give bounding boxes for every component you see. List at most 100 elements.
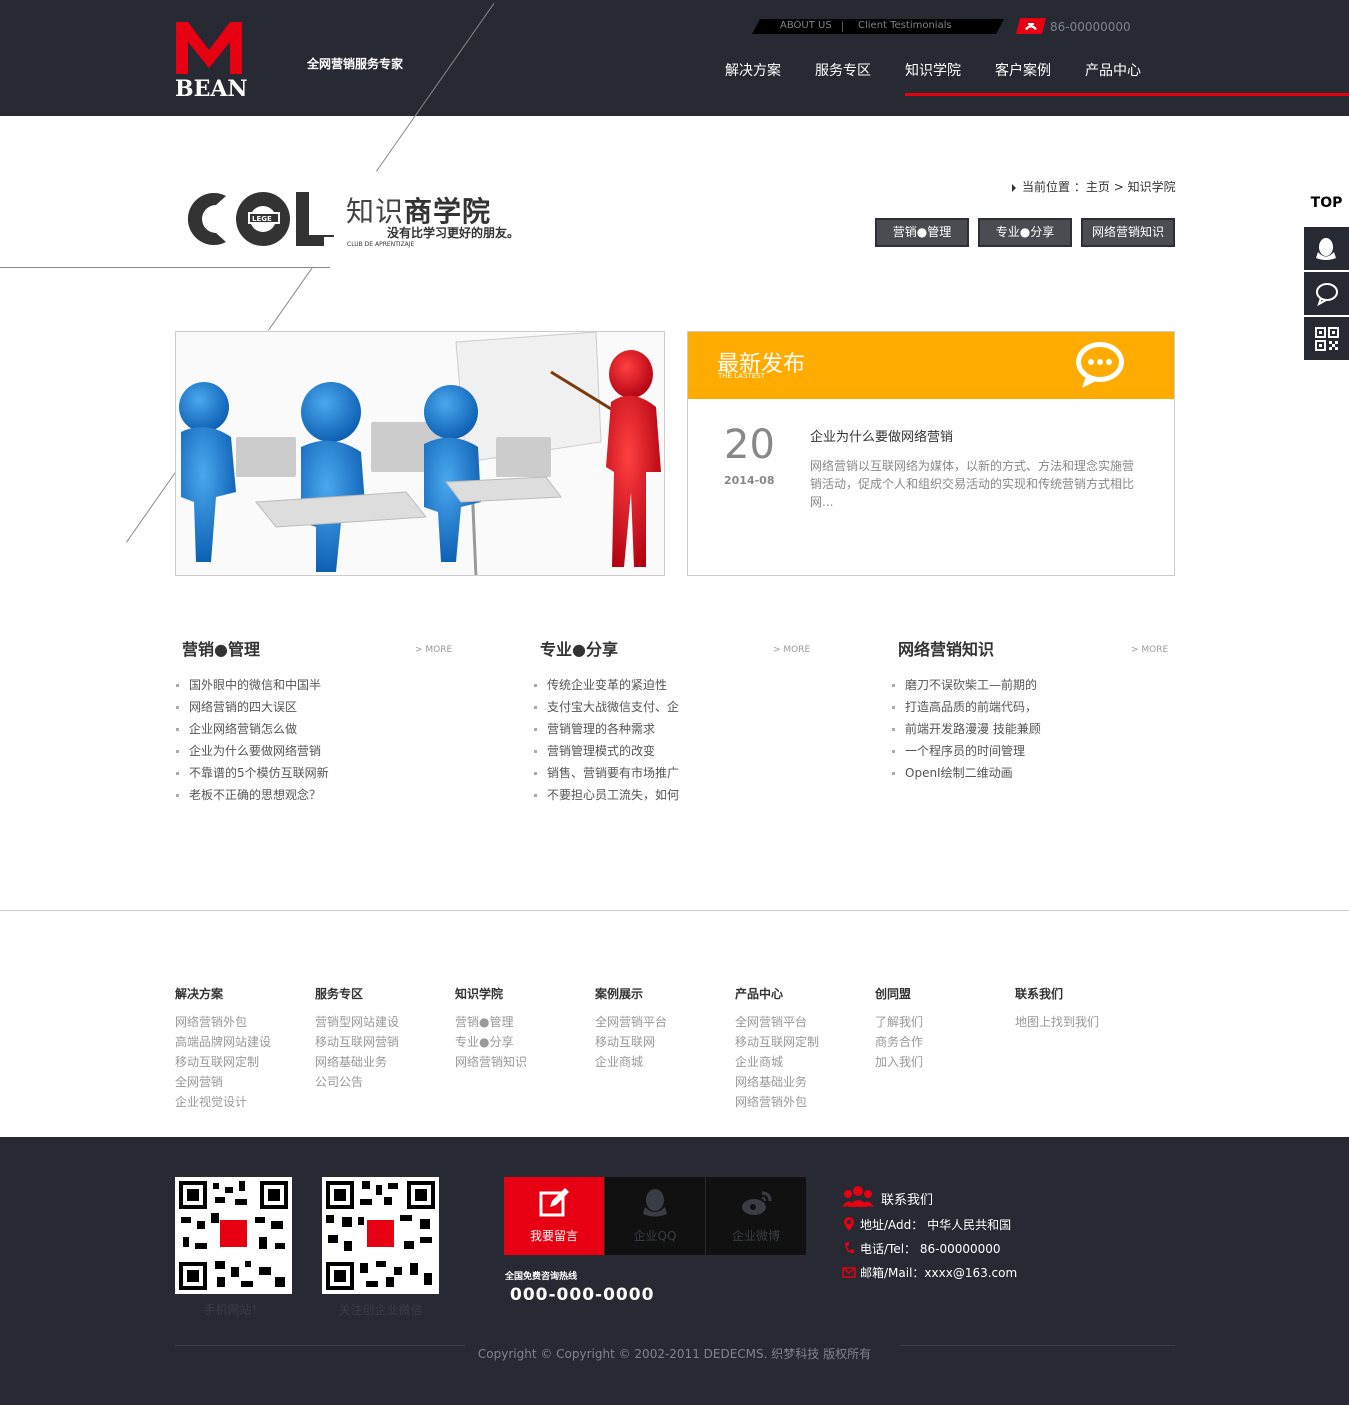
- footer-link[interactable]: 网络营销外包: [735, 1093, 865, 1113]
- nav-cases[interactable]: 客户案例: [995, 60, 1051, 80]
- list-item[interactable]: 网络营销的四大误区: [175, 698, 329, 720]
- more-link[interactable]: > MORE: [415, 645, 452, 655]
- news-year-month: 2014-08: [724, 474, 775, 487]
- nav-products[interactable]: 产品中心: [1085, 60, 1141, 80]
- phone-icon: [1016, 18, 1046, 34]
- banner-image: [175, 331, 665, 576]
- footer-link[interactable]: 营销型网站建设: [315, 1013, 445, 1033]
- tel-row: 电话/Tel： 86-00000000: [842, 1240, 1142, 1258]
- footer-link[interactable]: 移动互联网定制: [735, 1033, 865, 1053]
- breadcrumb-current[interactable]: 知识学院: [1128, 180, 1176, 194]
- category-button-marketing[interactable]: 营销●管理: [875, 218, 969, 247]
- news-day: 20: [724, 422, 775, 468]
- hotline-label: 全国免费咨询热线: [505, 1272, 578, 1282]
- decorative-line: [268, 266, 313, 331]
- mail-text: 邮箱/Mail：xxxx@163.com: [860, 1266, 1018, 1280]
- footer-links-alliance: 创同盟 了解我们 商务合作 加入我们: [875, 985, 1005, 1073]
- footer-link[interactable]: 移动互联网: [595, 1033, 725, 1053]
- title-underline: [0, 267, 330, 268]
- footer-links-contact: 联系我们 地图上找到我们: [1015, 985, 1145, 1033]
- breadcrumb-arrow: >: [1113, 180, 1124, 194]
- list-item[interactable]: 销售、营销要有市场推广: [533, 764, 679, 786]
- footer-link[interactable]: 网络基础业务: [315, 1053, 445, 1073]
- address-row: 地址/Add： 中华人民共和国: [842, 1216, 1142, 1234]
- people-icon: [842, 1186, 874, 1207]
- list-item[interactable]: 磨刀不误砍柴工—前期的: [891, 676, 1041, 698]
- list-item[interactable]: 前端开发路漫漫 技能兼顾: [891, 720, 1041, 742]
- weibo-icon: [742, 1191, 772, 1215]
- footer-link[interactable]: 全网营销: [175, 1073, 305, 1093]
- company-qq-button[interactable]: 企业QQ: [605, 1177, 705, 1255]
- list-item[interactable]: 不靠谱的5个模仿互联网新: [175, 764, 329, 786]
- leave-message-button[interactable]: 我要留言: [504, 1177, 604, 1255]
- footer-link[interactable]: 网络营销外包: [175, 1013, 305, 1033]
- category-button-knowledge[interactable]: 网络营销知识: [1081, 218, 1175, 247]
- qq-icon: [643, 1189, 667, 1217]
- footer-link[interactable]: 企业商城: [735, 1053, 865, 1073]
- list-item[interactable]: 支付宝大战微信支付、企: [533, 698, 679, 720]
- list-item[interactable]: 老板不正确的思想观念？: [175, 786, 329, 808]
- column-title: 专业●分享: [540, 640, 618, 659]
- about-us-link[interactable]: ABOUT US: [780, 20, 832, 31]
- footer-link[interactable]: 移动互联网营销: [315, 1033, 445, 1053]
- list-item[interactable]: 不要担心员工流失，如何: [533, 786, 679, 808]
- footer-links-title: 解决方案: [175, 987, 224, 1001]
- mail-row: 邮箱/Mail：xxxx@163.com: [842, 1264, 1142, 1282]
- footer-links-academy: 知识学院 营销●管理 专业●分享 网络营销知识: [455, 985, 585, 1073]
- footer-link[interactable]: 企业视觉设计: [175, 1093, 305, 1113]
- more-link[interactable]: > MORE: [1131, 645, 1168, 655]
- footer-link[interactable]: 专业●分享: [455, 1033, 585, 1053]
- list-item[interactable]: 一个程序员的时间管理: [891, 742, 1041, 764]
- footer-link[interactable]: 加入我们: [875, 1053, 1005, 1073]
- breadcrumb-home[interactable]: 主页: [1086, 180, 1110, 194]
- news-title-link[interactable]: 企业为什么要做网络营销: [810, 426, 953, 445]
- page-small-text: CLUB DE APRENTIZAJE: [347, 241, 415, 248]
- testimonials-link[interactable]: Client Testimonials: [858, 20, 952, 31]
- list-item[interactable]: OpenI绘制二维动画: [891, 764, 1041, 786]
- footer-link[interactable]: 全网营销平台: [595, 1013, 725, 1033]
- footer-links-title: 案例展示: [595, 987, 644, 1001]
- list-item[interactable]: 企业为什么要做网络营销: [175, 742, 329, 764]
- logo-text: BEAN: [175, 76, 248, 102]
- footer-links-title: 创同盟: [875, 987, 912, 1001]
- side-qrcode-button[interactable]: [1304, 317, 1349, 361]
- footer-link[interactable]: 商务合作: [875, 1033, 1005, 1053]
- footer-link[interactable]: 公司公告: [315, 1073, 445, 1093]
- chat-icon: [1316, 283, 1338, 306]
- footer-link[interactable]: 高端品牌网站建设: [175, 1033, 305, 1053]
- header-phone: 86-00000000: [1050, 20, 1131, 34]
- list-item[interactable]: 传统企业变革的紧迫性: [533, 676, 679, 698]
- list-item[interactable]: 打造高品质的前端代码，: [891, 698, 1041, 720]
- button-label: 企业微博: [731, 1229, 780, 1243]
- footer-link[interactable]: 企业商城: [595, 1053, 725, 1073]
- nav-academy[interactable]: 知识学院: [905, 60, 961, 80]
- nav-services[interactable]: 服务专区: [815, 60, 871, 80]
- footer-link[interactable]: 网络营销知识: [455, 1053, 585, 1073]
- button-label: 企业QQ: [633, 1229, 677, 1243]
- logo[interactable]: BEAN: [175, 22, 248, 102]
- mail-icon: [842, 1267, 856, 1278]
- footer-link[interactable]: 地图上找到我们: [1015, 1013, 1145, 1033]
- qr-code-mobile: [175, 1177, 292, 1294]
- triangle-icon: [1012, 183, 1016, 192]
- side-qq-button[interactable]: [1304, 227, 1349, 271]
- list-item[interactable]: 营销管理的各种需求: [533, 720, 679, 742]
- footer-link[interactable]: 移动互联网定制: [175, 1053, 305, 1073]
- footer-link[interactable]: 全网营销平台: [735, 1013, 865, 1033]
- side-chat-button[interactable]: [1304, 272, 1349, 316]
- back-to-top-button[interactable]: TOP: [1304, 190, 1349, 220]
- more-link[interactable]: > MORE: [773, 645, 810, 655]
- hotline-number: 000-000-0000: [510, 1285, 655, 1305]
- footer-link[interactable]: 营销●管理: [455, 1013, 585, 1033]
- list-item[interactable]: 企业网络营销怎么做: [175, 720, 329, 742]
- category-button-sharing[interactable]: 专业●分享: [978, 218, 1072, 247]
- company-weibo-button[interactable]: 企业微博: [706, 1177, 806, 1255]
- footer-link[interactable]: 了解我们: [875, 1013, 1005, 1033]
- footer-link[interactable]: 网络基础业务: [735, 1073, 865, 1093]
- contact-header: 联系我们: [842, 1185, 1042, 1209]
- list-item[interactable]: 国外眼中的微信和中国半: [175, 676, 329, 698]
- nav-solutions[interactable]: 解决方案: [725, 60, 781, 80]
- footer: 手机网站！ 关注创企业微信 我要留言 企业QQ 企业微博 全国免费咨询热线 00…: [0, 1137, 1349, 1405]
- list-item[interactable]: 营销管理模式的改变: [533, 742, 679, 764]
- latest-subtitle: THE LASTEST: [718, 372, 765, 380]
